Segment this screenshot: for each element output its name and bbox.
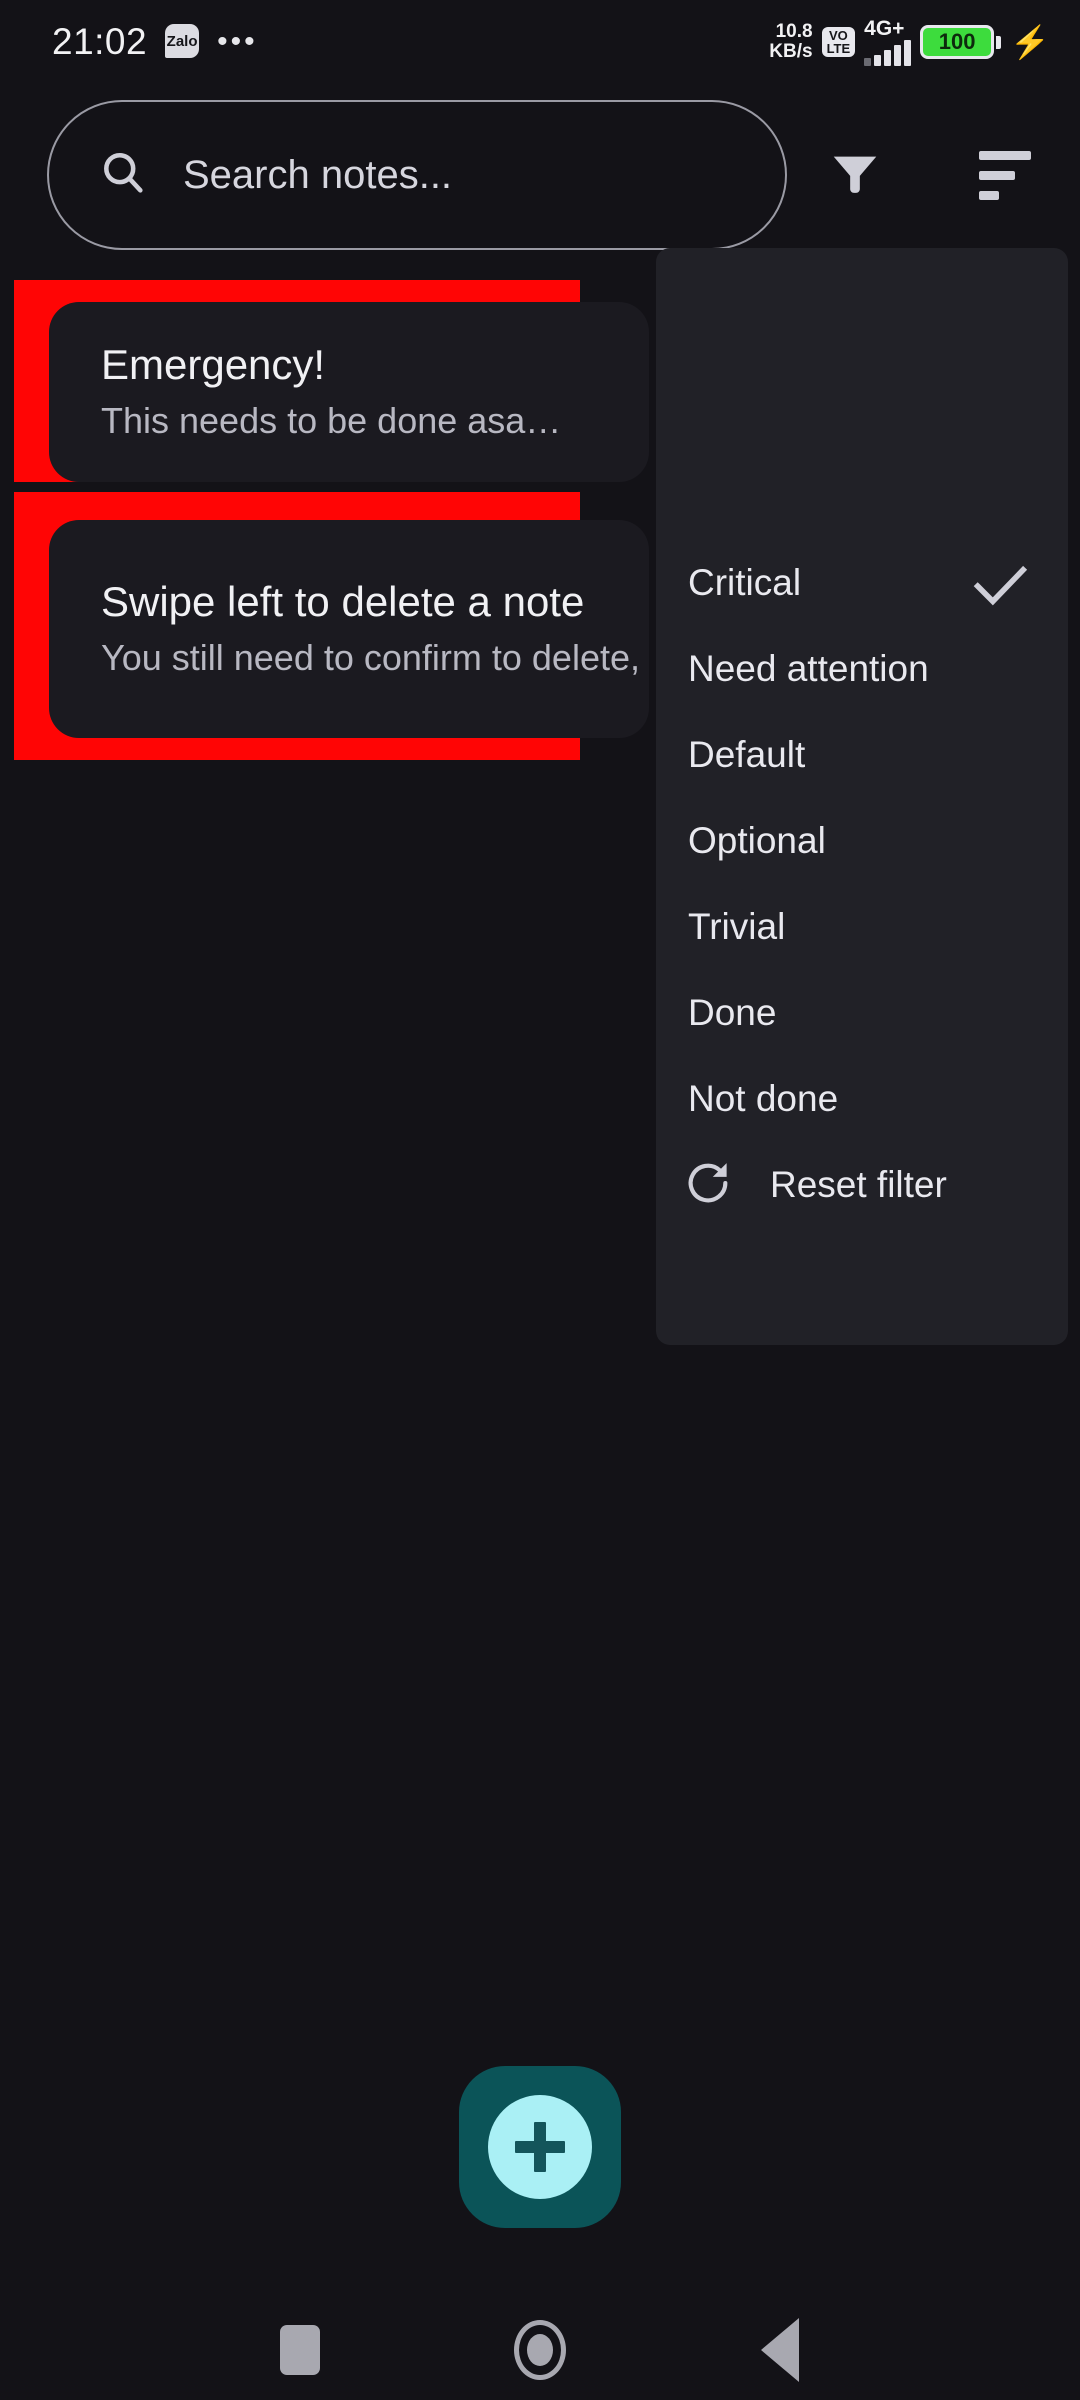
note-subtitle: This needs to be done asa… bbox=[101, 400, 562, 441]
status-bar-right: 10.8 KB/s VO LTE 4G+ 100 ⚡ bbox=[769, 0, 1050, 84]
nav-home-button[interactable] bbox=[475, 2300, 605, 2400]
menu-item-critical[interactable]: Critical bbox=[656, 548, 1068, 618]
menu-item-optional[interactable]: Optional bbox=[656, 806, 1068, 876]
menu-item-done[interactable]: Done bbox=[656, 978, 1068, 1048]
volte-icon: VO LTE bbox=[821, 27, 856, 57]
menu-item-trivial[interactable]: Trivial bbox=[656, 892, 1068, 962]
status-bar: 21:02 Zalo ••• 10.8 KB/s VO LTE 4G+ 100 bbox=[0, 0, 1080, 84]
battery-level-label: 100 bbox=[938, 29, 976, 54]
note-card[interactable]: Swipe left to delete a note You still ne… bbox=[49, 520, 649, 738]
add-note-fab[interactable] bbox=[459, 2066, 621, 2228]
status-time: 21:02 bbox=[52, 21, 148, 62]
filter-button[interactable] bbox=[800, 135, 910, 215]
fab-circle bbox=[488, 2095, 592, 2199]
signal-bars-icon bbox=[864, 40, 912, 66]
battery-icon: 100 bbox=[920, 25, 1002, 59]
app-screen: 21:02 Zalo ••• 10.8 KB/s VO LTE 4G+ 100 bbox=[0, 0, 1080, 2400]
zalo-notification-icon: Zalo bbox=[165, 24, 200, 58]
menu-item-reset-filter[interactable]: Reset filter bbox=[656, 1150, 1068, 1220]
battery-tip bbox=[996, 35, 1002, 49]
network-speed-value: 10.8 bbox=[775, 21, 813, 42]
home-circle-icon bbox=[514, 2320, 566, 2380]
search-input[interactable]: Search notes... bbox=[47, 100, 787, 250]
menu-item-label: Default bbox=[688, 734, 806, 775]
back-triangle-icon bbox=[761, 2318, 799, 2382]
refresh-icon bbox=[682, 1157, 734, 1214]
filter-funnel-icon bbox=[826, 144, 884, 207]
sort-icon bbox=[979, 150, 1031, 200]
menu-item-label: Done bbox=[688, 992, 777, 1033]
volte-bottom-label: LTE bbox=[826, 41, 851, 56]
charging-bolt-icon: ⚡ bbox=[1010, 24, 1050, 60]
menu-item-label: Trivial bbox=[688, 906, 786, 947]
nav-back-button[interactable] bbox=[715, 2300, 845, 2400]
check-icon bbox=[972, 564, 1030, 611]
note-title: Swipe left to delete a note bbox=[101, 578, 585, 625]
menu-item-label: Need attention bbox=[688, 648, 929, 689]
menu-item-need-attention[interactable]: Need attention bbox=[656, 634, 1068, 704]
menu-item-label: Critical bbox=[688, 562, 802, 603]
menu-item-default[interactable]: Default bbox=[656, 720, 1068, 790]
network-speed-indicator: 10.8 KB/s bbox=[769, 22, 812, 62]
menu-item-label: Optional bbox=[688, 820, 826, 861]
network-speed-unit: KB/s bbox=[769, 41, 813, 62]
filter-dropdown-menu: Critical Need attention Default Optional… bbox=[656, 248, 1068, 1345]
status-bar-left: 21:02 Zalo ••• bbox=[52, 0, 258, 84]
plus-icon bbox=[515, 2122, 565, 2172]
note-subtitle: You still need to confirm to delete, bbox=[101, 637, 640, 678]
search-icon bbox=[97, 147, 149, 204]
notification-overflow-icon: ••• bbox=[217, 25, 258, 58]
sort-button[interactable] bbox=[950, 135, 1060, 215]
reset-filter-label: Reset filter bbox=[770, 1164, 947, 1205]
note-title: Emergency! bbox=[101, 341, 326, 388]
note-card[interactable]: Emergency! This needs to be done asa… bbox=[49, 302, 649, 482]
android-nav-bar bbox=[0, 2300, 1080, 2400]
menu-item-label: Not done bbox=[688, 1078, 839, 1119]
recents-square-icon bbox=[280, 2325, 320, 2375]
search-placeholder: Search notes... bbox=[183, 152, 453, 197]
network-type-group: 4G+ bbox=[864, 17, 912, 66]
network-type-label: 4G+ bbox=[864, 17, 905, 40]
menu-item-not-done[interactable]: Not done bbox=[656, 1064, 1068, 1134]
nav-recents-button[interactable] bbox=[235, 2300, 365, 2400]
